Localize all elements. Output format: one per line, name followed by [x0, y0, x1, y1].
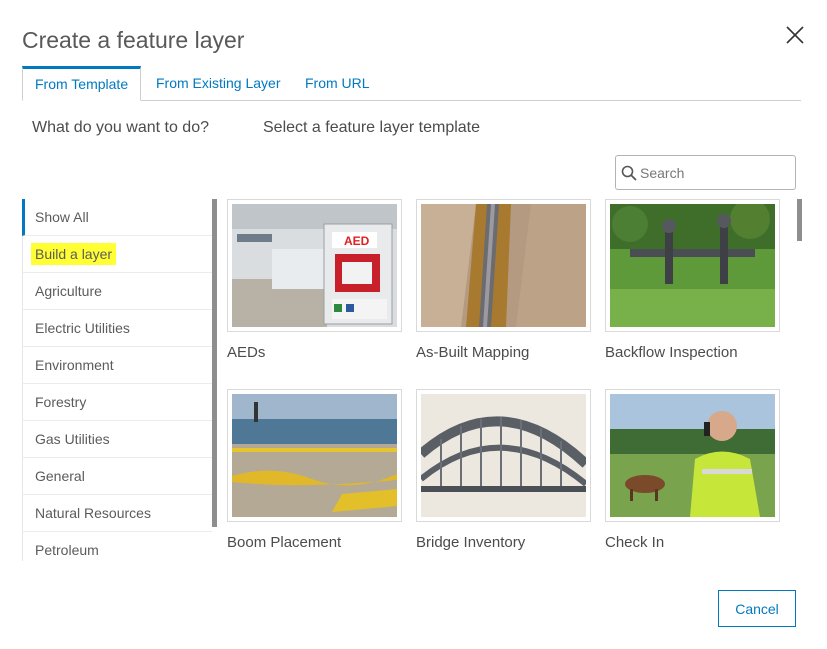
template-card-backflow-inspection[interactable]: Backflow Inspection — [605, 199, 780, 379]
template-label: Bridge Inventory — [416, 534, 526, 551]
category-label: Show All — [35, 209, 89, 225]
tab-bar: From Template From Existing Layer From U… — [22, 66, 801, 101]
template-label: Check In — [605, 534, 665, 551]
category-list: Show All Build a layer Agriculture Elect… — [22, 199, 212, 561]
category-natural-resources[interactable]: Natural Resources — [22, 495, 212, 532]
tab-from-url[interactable]: From URL — [293, 66, 382, 100]
question-text: What do you want to do? — [32, 119, 209, 136]
search-field[interactable] — [615, 155, 796, 190]
backflow-valve-photo — [610, 204, 775, 327]
category-label: General — [35, 468, 85, 484]
template-card-check-in[interactable]: Check In — [605, 389, 780, 561]
aed-station-photo: AED — [232, 204, 397, 327]
template-grid: AED AEDs As-Built Mapping Backflow Inspe… — [227, 199, 792, 561]
template-label: Backflow Inspection — [605, 344, 738, 361]
template-label: AEDs — [227, 344, 266, 361]
category-label: Agriculture — [35, 283, 102, 299]
oil-boom-beach-photo — [232, 394, 397, 517]
category-gas-utilities[interactable]: Gas Utilities — [22, 421, 212, 458]
search-input[interactable] — [638, 157, 792, 189]
category-label: Environment — [35, 357, 114, 373]
page-title: Create a feature layer — [22, 27, 245, 53]
template-card-boom-placement[interactable]: Boom Placement — [227, 389, 402, 561]
arch-bridge-photo — [421, 394, 586, 517]
template-label: As-Built Mapping — [416, 344, 530, 361]
template-card-bridge-inventory[interactable]: Bridge Inventory — [416, 389, 591, 561]
category-environment[interactable]: Environment — [22, 347, 212, 384]
category-label: Build a layer — [31, 243, 117, 265]
category-petroleum[interactable]: Petroleum — [22, 532, 212, 561]
category-label: Gas Utilities — [35, 431, 110, 447]
template-label: Boom Placement — [227, 534, 342, 551]
worker-phone-field-photo — [610, 394, 775, 517]
close-button[interactable] — [784, 24, 806, 46]
category-forestry[interactable]: Forestry — [22, 384, 212, 421]
pipe-trench-photo — [421, 204, 586, 327]
category-label: Forestry — [35, 394, 87, 410]
search-icon — [621, 165, 637, 181]
category-label: Electric Utilities — [35, 320, 130, 336]
tab-from-template[interactable]: From Template — [22, 66, 142, 101]
template-subtitle: Select a feature layer template — [263, 119, 481, 136]
svg-text:AED: AED — [344, 234, 370, 248]
category-general[interactable]: General — [22, 458, 212, 495]
template-scrollbar[interactable] — [797, 199, 802, 241]
category-build-a-layer[interactable]: Build a layer — [22, 236, 212, 273]
template-card-aeds[interactable]: AED AEDs — [227, 199, 402, 379]
category-scrollbar[interactable] — [212, 199, 217, 527]
close-icon — [786, 26, 804, 44]
category-label: Natural Resources — [35, 505, 151, 521]
template-card-as-built-mapping[interactable]: As-Built Mapping — [416, 199, 591, 379]
category-label: Petroleum — [35, 542, 99, 558]
category-show-all[interactable]: Show All — [22, 199, 212, 236]
category-agriculture[interactable]: Agriculture — [22, 273, 212, 310]
category-electric-utilities[interactable]: Electric Utilities — [22, 310, 212, 347]
cancel-button[interactable]: Cancel — [718, 590, 796, 627]
tab-from-existing-layer[interactable]: From Existing Layer — [144, 66, 292, 100]
